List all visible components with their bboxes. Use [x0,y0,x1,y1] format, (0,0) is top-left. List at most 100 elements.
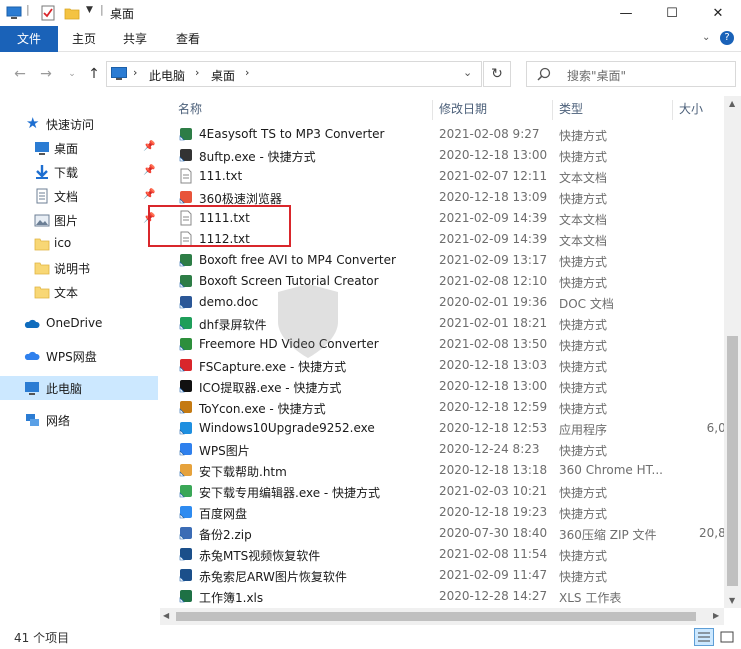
scroll-up-icon[interactable]: ▲ [729,99,735,108]
column-header-date[interactable]: 修改日期 [439,100,487,120]
navigation-pane: ★ 快速访问 桌面 📌 下载 📌 文档 📌 图片 📌 ico 说明书 文本 On… [0,96,160,616]
tab-file[interactable]: 文件 [0,26,58,52]
file-row[interactable]: 安下载专用编辑器.exe - 快捷方式2021-02-03 10:21快捷方式1 [160,481,741,502]
up-icon[interactable]: ↑ [84,63,104,85]
vertical-scrollbar[interactable]: ▲ ▼ [724,96,741,608]
cloud-icon [24,319,40,328]
file-row[interactable]: WPS图片2020-12-24 8:23快捷方式1 [160,439,741,460]
tab-view[interactable]: 查看 [170,26,206,52]
file-name: Boxoft Screen Tutorial Creator [199,274,379,288]
horizontal-scrollbar[interactable]: ◀ ▶ [160,608,724,625]
file-row[interactable]: FSCapture.exe - 快捷方式 2020-12-18 13:03 快捷方式… [160,355,741,376]
file-row[interactable]: 111.txt2021-02-07 12:11文本文档5 [160,166,741,187]
file-type: 快捷方式 [559,276,608,290]
file-row[interactable]: demo.doc2020-02-01 19:36DOC 文档61 [160,292,741,313]
vertical-scroll-thumb[interactable] [727,336,738,586]
recent-locations-icon[interactable]: ⌄ [62,63,82,85]
close-button[interactable]: ✕ [695,0,741,26]
minimize-button[interactable]: — [603,0,649,26]
nav-quick-access[interactable]: ★ 快速访问 [0,112,158,136]
new-folder-icon[interactable] [64,5,80,21]
file-date: 2020-12-18 13:03 [439,358,548,372]
file-row[interactable]: ICO提取器.exe - 快捷方式2020-12-18 13:00快捷方式1 [160,376,741,397]
file-row[interactable]: Boxoft Screen Tutorial Creator 2021-02-08… [160,271,741,292]
nav-item-documents[interactable]: 文档 📌 [0,184,158,208]
breadcrumb-this-pc[interactable]: 此电脑 [149,67,185,84]
column-divider[interactable] [432,100,433,120]
file-row[interactable]: dhf录屏软件2021-02-01 18:21快捷方式1 [160,313,741,334]
windows-icon [179,422,192,435]
sort-up-icon: ⌃ [298,96,306,103]
nav-item-desktop[interactable]: 桌面 📌 [0,136,158,160]
file-row[interactable]: Boxoft free AVI to MP4 Converter 2021-02-… [160,250,741,271]
scroll-right-icon[interactable]: ▶ [713,611,719,620]
file-row[interactable]: 百度网盘2020-12-18 19:23快捷方式1 [160,502,741,523]
back-icon[interactable]: ← [10,63,30,85]
file-row[interactable]: 8uftp.exe - 快捷方式2020-12-18 13:00快捷方式1 [160,145,741,166]
file-type: 快捷方式 [559,129,608,143]
details-view-button[interactable] [694,628,714,646]
quick-access-dropdown-icon[interactable]: ▼ [86,5,93,15]
breadcrumb-separator-icon[interactable]: › [245,66,249,79]
large-icons-view-button[interactable] [717,628,737,646]
nav-item-onedrive[interactable]: OneDrive [0,312,158,336]
file-date: 2020-12-24 8:23 [439,442,540,456]
baidu-cloud-icon [179,506,192,519]
nav-item-downloads[interactable]: 下载 📌 [0,160,158,184]
nav-item-wps[interactable]: WPS网盘 [0,344,158,368]
maximize-button[interactable]: ☐ [649,0,695,26]
column-header-name[interactable]: 名称 [178,100,202,120]
file-type: 应用程序 [559,423,608,437]
nav-item-pictures[interactable]: 图片 📌 [0,208,158,232]
column-divider[interactable] [672,100,673,120]
large-icons-view-icon [720,631,734,643]
scroll-left-icon[interactable]: ◀ [163,611,169,620]
file-row[interactable]: 赤兔索尼ARW图片恢复软件2021-02-09 11:47快捷方式1 [160,565,741,586]
computer-icon[interactable] [6,5,22,21]
file-row[interactable]: 赤兔MTS视频恢复软件2021-02-08 11:54快捷方式1 [160,544,741,565]
file-type: 文本文档 [559,171,608,185]
breadcrumb-separator-icon[interactable]: › [195,66,199,79]
file-date: 2021-02-09 14:39 [439,211,548,225]
refresh-icon[interactable]: ↻ [483,61,511,87]
tab-share[interactable]: 共享 [117,26,153,52]
address-dropdown-icon[interactable]: ⌄ [463,66,472,79]
nav-item-this-pc[interactable]: 此电脑 [0,376,158,400]
nav-item-manual[interactable]: 说明书 [0,256,158,280]
file-date: 2020-12-18 19:23 [439,505,548,519]
column-divider[interactable] [552,100,553,120]
file-row[interactable]: ToYcon.exe - 快捷方式2020-12-18 12:59快捷方式1 [160,397,741,418]
nav-item-network[interactable]: 网络 [0,408,158,432]
file-type: 360压缩 ZIP 文件 [559,528,657,542]
pin-icon[interactable]: 📌 [143,141,155,152]
file-list: ⌃ 名称 修改日期 类型 大小 4Easysoft TS to MP3 Conv… [160,96,741,616]
column-header-size[interactable]: 大小 [679,100,703,120]
pin-icon[interactable]: 📌 [143,189,155,200]
file-row[interactable]: 备份2.zip 2020-07-30 18:40 360压缩 ZIP 文件 20,89… [160,523,741,544]
file-row[interactable]: Windows10Upgrade9252.exe 2020-12-18 12:53… [160,418,741,439]
forward-icon[interactable]: → [36,63,56,85]
search-box[interactable]: 搜索"桌面" [526,61,736,87]
file-row[interactable]: 4Easysoft TS to MP3 Converter 2021-02-08 … [160,124,741,145]
scroll-down-icon[interactable]: ▼ [729,596,735,605]
ribbon-tabs: 文件 主页 共享 查看 ⌄ ? [0,26,741,52]
tab-home[interactable]: 主页 [66,26,102,52]
breadcrumb-desktop[interactable]: 桌面 [211,67,235,84]
breadcrumb-separator-icon[interactable]: › [133,66,137,79]
file-row[interactable]: 工作簿1.xls2020-12-28 14:27XLS 工作表9 [160,586,741,607]
file-date: 2021-02-08 9:27 [439,127,540,141]
file-name: 8uftp.exe - 快捷方式 [199,150,316,164]
star-icon: ★ [26,114,40,132]
nav-item-text[interactable]: 文本 [0,280,158,304]
search-input[interactable]: 搜索"桌面" [567,67,626,84]
file-row[interactable]: 安下载帮助.htm 2020-12-18 13:18 360 Chrome HT..… [160,460,741,481]
address-bar[interactable]: › 此电脑 › 桌面 › ⌄ [106,61,482,87]
nav-item-ico[interactable]: ico [0,232,158,256]
expand-ribbon-icon[interactable]: ⌄ [702,32,710,43]
properties-icon[interactable] [40,5,56,21]
file-row[interactable]: Freemore HD Video Converter 2021-02-08 13… [160,334,741,355]
horizontal-scroll-thumb[interactable] [176,612,696,621]
help-icon[interactable]: ? [720,31,734,45]
column-header-type[interactable]: 类型 [559,100,583,120]
pin-icon[interactable]: 📌 [143,165,155,176]
